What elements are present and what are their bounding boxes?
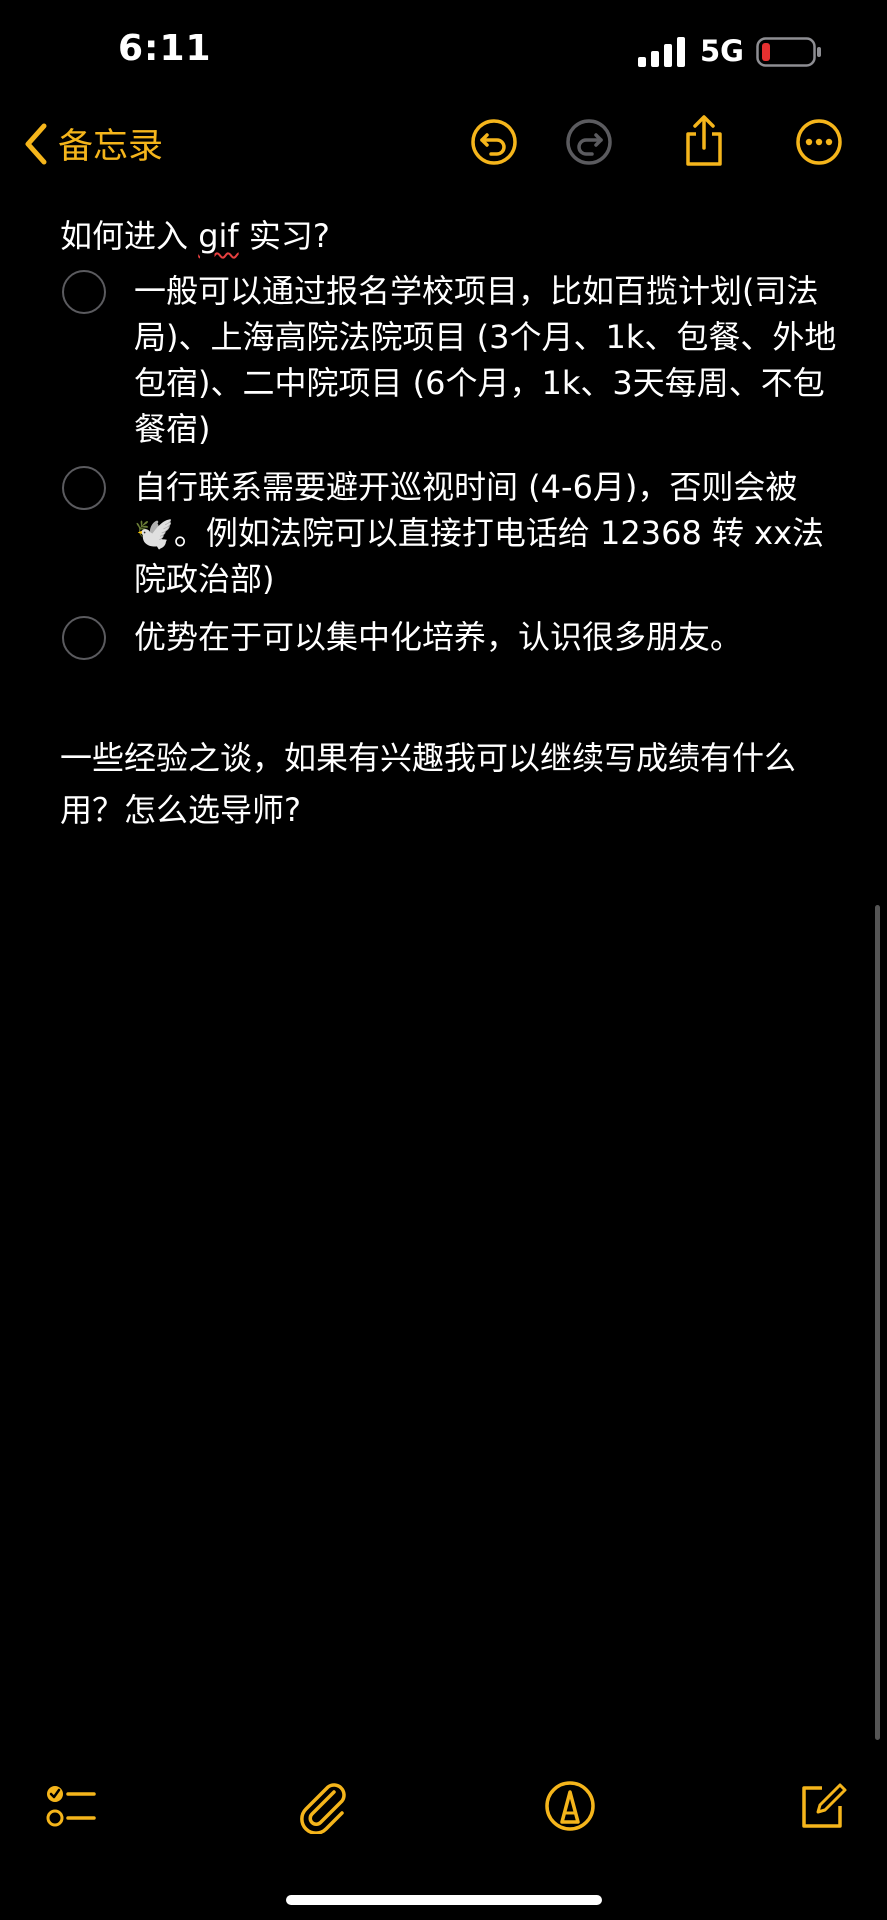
markup-icon[interactable] [542,1778,598,1834]
checklist-circle[interactable] [62,466,106,510]
share-icon[interactable] [680,114,728,168]
more-icon[interactable] [795,118,843,166]
checklist-item: 自行联系需要避开巡视时间 (4-6月)，否则会被🕊️。例如法院可以直接打电话给 … [60,464,840,602]
title-text: 如何进入 [60,217,199,255]
checklist-item-text: 优势在于可以集中化培养，认识很多朋友。 [134,618,743,656]
misspelled-word: gif [198,217,239,255]
home-indicator[interactable] [286,1895,602,1905]
chevron-left-icon [25,123,47,164]
attachment-icon[interactable] [296,1778,352,1834]
network-label: 5G [700,34,744,68]
scrollbar[interactable] [875,905,880,1740]
checklist-icon[interactable] [42,1778,98,1834]
checklist-circle[interactable] [62,616,106,660]
checklist-circle[interactable] [62,270,106,314]
note-title: 如何进入 gif 实习? [60,212,840,260]
signal-icon [638,37,685,67]
back-button[interactable]: 备忘录 [22,118,163,169]
battery-icon [756,37,821,67]
checklist-item: 优势在于可以集中化培养，认识很多朋友。 [60,614,840,660]
status-time: 6:11 [118,28,212,69]
note-body[interactable]: 如何进入 gif 实习? 一般可以通过报名学校项目，比如百揽计划(司法局)、上海… [60,212,840,836]
redo-icon[interactable] [565,118,613,166]
title-text-end: 实习? [238,217,330,255]
checklist-item-text: 一般可以通过报名学校项目，比如百揽计划(司法局)、上海高院法院项目 (3个月、1… [134,272,837,448]
compose-icon[interactable] [794,1778,850,1834]
checklist-item: 一般可以通过报名学校项目，比如百揽计划(司法局)、上海高院法院项目 (3个月、1… [60,268,840,452]
note-paragraph: 一些经验之谈，如果有兴趣我可以继续写成绩有什么用？怎么选导师? [60,739,797,829]
back-label: 备忘录 [58,127,164,167]
checklist-item-text: 自行联系需要避开巡视时间 (4-6月)，否则会被🕊️。例如法院可以直接打电话给 … [134,468,825,598]
undo-icon[interactable] [470,118,518,166]
